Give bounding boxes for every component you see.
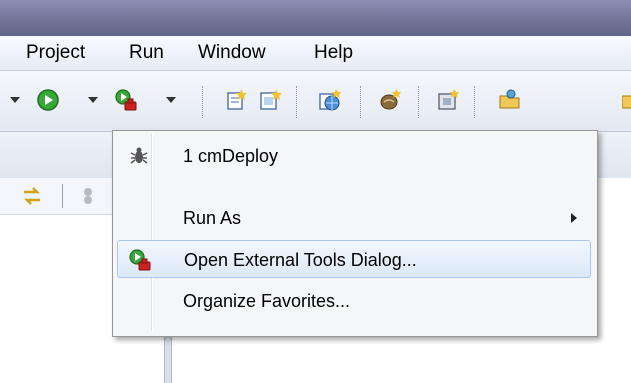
menu-item-run-as[interactable]: Run As — [117, 199, 591, 237]
menu-window[interactable]: Window — [196, 42, 268, 64]
web-icon[interactable] — [318, 88, 342, 112]
run-icon[interactable] — [36, 88, 60, 112]
bean-icon[interactable] — [378, 88, 402, 112]
menu-item-label: Open External Tools Dialog... — [184, 250, 417, 270]
toolbar-separator — [418, 86, 419, 118]
dropdown-arrow-icon[interactable] — [10, 97, 20, 103]
menu-item-organize-favorites[interactable]: Organize Favorites... — [117, 282, 591, 320]
menu-item-label: Run As — [183, 208, 242, 228]
menu-item-open-external-tools-dialog[interactable]: Open External Tools Dialog... — [117, 240, 591, 278]
run-dropdown-arrow-icon[interactable] — [88, 97, 98, 103]
external-tools-icon[interactable] — [114, 88, 138, 112]
external-tools-menu: 1 cmDeploy Run As Open External Tools Di… — [112, 130, 598, 337]
collapse-all-icon[interactable] — [80, 184, 104, 208]
new-file-icon[interactable] — [224, 88, 248, 112]
toolbar-separator — [296, 86, 297, 118]
external-tools-icon — [129, 249, 151, 271]
submenu-arrow-icon — [571, 213, 577, 223]
toolbar-separator — [360, 86, 361, 118]
menu-item-label: 1 cmDeploy — [183, 146, 279, 166]
toolbar-separator — [202, 86, 203, 118]
menu-project[interactable]: Project — [24, 42, 87, 64]
menu-bar: Project Run Window Help — [0, 36, 631, 71]
external-tools-dropdown-arrow-icon[interactable] — [166, 97, 176, 103]
menu-help[interactable]: Help — [312, 42, 355, 64]
link-with-editor-icon[interactable] — [20, 184, 44, 208]
package-icon[interactable] — [436, 88, 460, 112]
view-toolbar-separator — [62, 184, 63, 208]
bug-icon — [130, 147, 148, 164]
window-title-bar — [0, 0, 631, 36]
menu-item-label: Organize Favorites... — [183, 291, 351, 311]
menu-run[interactable]: Run — [127, 42, 166, 64]
menu-item-cmdeploy[interactable]: 1 cmDeploy — [117, 137, 591, 175]
open-folder-icon[interactable] — [498, 88, 522, 112]
toolbar-separator — [474, 86, 475, 118]
folder-icon[interactable] — [622, 88, 631, 112]
new-class-icon[interactable] — [258, 88, 282, 112]
